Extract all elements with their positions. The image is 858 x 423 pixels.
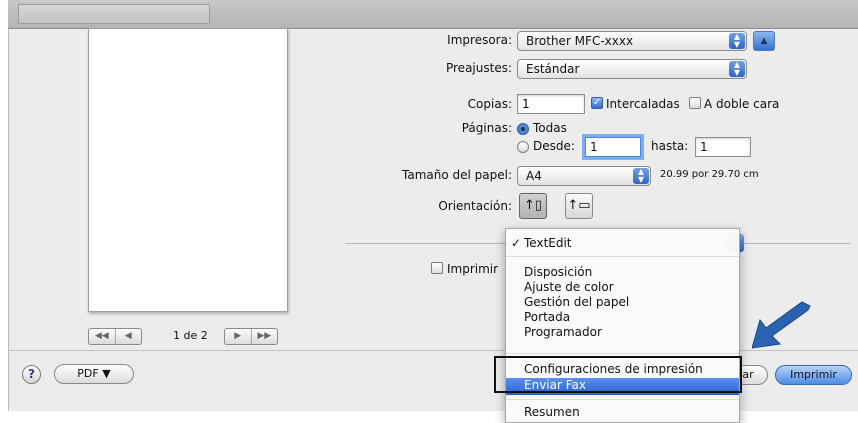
menu-item-summary[interactable]: Resumen	[524, 405, 580, 419]
collated-label: Intercaladas	[606, 97, 680, 111]
panel-popup-menu: ✓ TextEdit Disposición Ajuste de color G…	[505, 228, 740, 423]
collated-checkbox[interactable]: ✓	[591, 97, 603, 109]
checkmark-icon: ✓	[511, 236, 522, 250]
preview-forward-buttons[interactable]: ▶ ▶▶	[224, 328, 278, 345]
menu-item-textedit[interactable]: TextEdit	[524, 236, 572, 250]
menu-item-paper-handling[interactable]: Gestión del papel	[524, 295, 629, 309]
portrait-button[interactable]: ↑▯	[519, 193, 547, 219]
printer-value: Brother MFC-xxxx	[526, 34, 634, 48]
menu-item-layout[interactable]: Disposición	[524, 265, 592, 279]
presets-label: Preajustes:	[445, 61, 512, 75]
window-titlebar	[8, 0, 858, 29]
help-icon[interactable]: ?	[22, 365, 41, 384]
pages-label: Páginas:	[461, 121, 512, 135]
duplex-checkbox[interactable]	[689, 97, 701, 109]
landscape-icon: ↑▭	[567, 198, 591, 213]
last-page-icon[interactable]: ▶▶	[252, 329, 278, 344]
pages-from-field[interactable]: 1	[585, 137, 641, 157]
menu-separator	[506, 353, 739, 354]
titlebar-decoration	[28, 26, 44, 36]
pages-all-label: Todas	[533, 121, 567, 135]
landscape-button[interactable]: ↑▭	[565, 193, 593, 219]
menu-item-cover[interactable]: Portada	[524, 310, 570, 324]
pages-from-radio[interactable]	[517, 141, 529, 153]
preview-back-buttons[interactable]: ◀◀ ◀	[88, 328, 142, 345]
window-tab[interactable]	[18, 4, 210, 24]
pointer-arrow-icon	[752, 301, 811, 349]
copies-field[interactable]: 1	[517, 94, 585, 114]
prev-page-icon[interactable]: ◀	[116, 329, 142, 344]
paper-size-label: Tamaño del papel:	[402, 168, 512, 182]
duplex-label: A doble cara	[704, 97, 780, 111]
page-counter: 1 de 2	[173, 329, 208, 342]
print-button[interactable]: Imprimir	[775, 365, 852, 385]
pages-to-label: hasta:	[651, 139, 689, 153]
presets-value: Estándar	[526, 62, 580, 76]
printer-label: Impresora:	[447, 33, 512, 47]
printer-select[interactable]: Brother MFC-xxxx ▲ ▼	[517, 31, 747, 51]
copies-label: Copias:	[467, 97, 512, 111]
orientation-label: Orientación:	[438, 199, 512, 213]
paper-size-value: A4	[526, 169, 542, 183]
page-preview	[88, 28, 288, 312]
pdf-button[interactable]: PDF ▼	[54, 364, 134, 384]
collapse-details-button[interactable]: ▲	[753, 31, 775, 51]
menu-item-color[interactable]: Ajuste de color	[524, 280, 614, 294]
pages-all-radio[interactable]	[517, 123, 529, 135]
next-page-icon[interactable]: ▶	[225, 329, 252, 344]
popup-arrows-icon: ▲ ▼	[633, 168, 649, 184]
pages-to-field[interactable]: 1	[695, 137, 751, 157]
popup-arrows-icon: ▲ ▼	[729, 33, 745, 49]
first-page-icon[interactable]: ◀◀	[89, 329, 116, 344]
print-option-label: Imprimir	[447, 262, 499, 276]
menu-separator	[506, 399, 739, 400]
paper-size-select[interactable]: A4 ▲ ▼	[517, 166, 651, 186]
print-option-checkbox[interactable]	[431, 262, 443, 274]
highlight-box	[494, 356, 742, 393]
menu-item-scheduler[interactable]: Programador	[524, 325, 602, 339]
menu-separator	[506, 256, 739, 257]
pages-from-label: Desde:	[533, 139, 575, 153]
popup-arrows-icon: ▲ ▼	[729, 61, 745, 77]
paper-dimensions: 20.99 por 29.70 cm	[660, 169, 759, 180]
portrait-icon: ↑▯	[523, 198, 543, 213]
presets-select[interactable]: Estándar ▲ ▼	[517, 59, 747, 79]
hidden-text-placeholder	[740, 262, 780, 274]
